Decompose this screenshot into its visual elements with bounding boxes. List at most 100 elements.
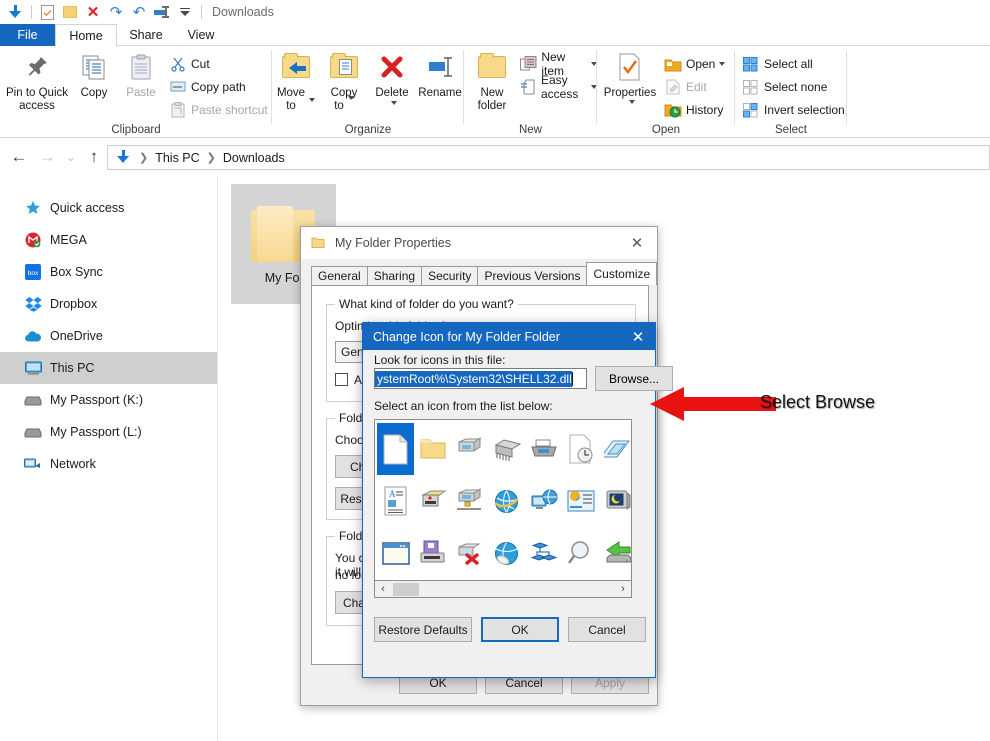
new-folder-icon [466,49,518,85]
edit-button[interactable]: Edit [663,76,707,98]
customize-qat-icon[interactable] [174,1,196,23]
back-button[interactable]: ← [8,146,30,168]
new-folder-icon[interactable] [59,1,81,23]
sidebar-item-my-passport-l[interactable]: My Passport (L:) [0,416,217,448]
sidebar-item-this-pc[interactable]: This PC [0,352,217,384]
restore-defaults-button[interactable]: Restore Defaults [374,617,472,642]
scroll-right-arrow-icon[interactable]: › [615,583,631,595]
icon-cell-network-nodes[interactable] [525,527,562,579]
icon-cell-folder[interactable] [414,423,451,475]
icon-cell-recent-document[interactable] [562,423,599,475]
copy-button[interactable]: Copy [72,49,116,100]
new-folder-button[interactable]: New folder [466,49,518,113]
copy-to-button[interactable]: Copy to [320,49,368,113]
sidebar-item-quick-access[interactable]: Quick access [0,192,217,224]
properties-icon[interactable] [36,1,58,23]
open-dropdown-caret[interactable] [719,62,726,66]
easy-access-button[interactable]: Easy access [520,73,597,101]
rename-button[interactable]: Rename [416,49,464,100]
close-icon[interactable]: ✕ [623,234,651,252]
icon-cell-monitor-night[interactable] [599,475,631,527]
properties-icon [599,49,661,85]
sidebar-label: Quick access [50,201,125,215]
icon-cell-back-arrow-drive[interactable] [599,527,631,579]
title-bar: ✕ ↷ ↶ Downloads [0,0,990,24]
forward-button[interactable]: → [36,146,58,168]
undo-icon[interactable]: ↶ [128,1,150,23]
this-pc-icon [24,359,42,377]
tab-sharing[interactable]: Sharing [366,266,423,285]
history-button[interactable]: History [663,99,723,121]
change-icon-ok-button[interactable]: OK [481,617,559,642]
delete-button[interactable]: Delete [368,49,416,105]
recent-locations-button[interactable]: ⌄ [60,146,82,168]
icon-cell-network-drive[interactable] [451,475,488,527]
breadcrumb-this-pc[interactable]: This PC [155,151,199,165]
icon-cell-blank-page[interactable] [377,423,414,475]
tab-general[interactable]: General [311,266,368,285]
tab-file[interactable]: File [0,24,55,46]
up-button[interactable]: ↑ [83,146,105,168]
icon-cell-window-stack[interactable] [599,423,631,475]
icon-cell-network-computer[interactable] [414,475,451,527]
redo-icon[interactable]: ↷ [105,1,127,23]
icon-cell-network-globe[interactable] [525,475,562,527]
move-to-button[interactable]: Move to [272,49,320,113]
tab-customize[interactable]: Customize [586,262,658,285]
icon-cell-globe-internet[interactable] [488,475,525,527]
tab-home[interactable]: Home [55,24,117,46]
breadcrumb-downloads[interactable]: Downloads [223,151,285,165]
copy-path-button[interactable]: Copy path [168,76,246,98]
select-all-button[interactable]: Select all [741,53,813,75]
icon-cell-disconnected-drive[interactable] [451,527,488,579]
open-button[interactable]: Open [663,53,726,75]
change-icon-cancel-button[interactable]: Cancel [568,617,646,642]
icon-cell-printer[interactable] [525,423,562,475]
icon-cell-document-text[interactable]: A [377,475,414,527]
properties-dropdown-caret[interactable] [629,100,635,104]
delete-icon[interactable]: ✕ [82,1,104,23]
minimize-ribbon-icon[interactable] [151,1,173,23]
new-item-button[interactable]: New item [520,50,597,78]
cut-button[interactable]: Cut [168,53,210,75]
sidebar-item-network[interactable]: Network [0,448,217,480]
paste-button[interactable]: Paste [116,49,166,100]
icon-cell-globe-sphere[interactable] [488,527,525,579]
icon-cell-memory-chip[interactable] [488,423,525,475]
apply-subfolders-checkbox[interactable] [335,373,348,386]
select-none-button[interactable]: Select none [741,76,827,98]
icon-cell-window[interactable] [377,527,414,579]
close-icon[interactable]: ✕ [623,328,653,346]
tab-share[interactable]: Share [117,24,175,46]
pin-to-quick-access-button[interactable]: Pin to Quick access [6,49,68,113]
easy-access-icon [520,78,537,96]
sidebar-item-mega[interactable]: MEGA [0,224,217,256]
invert-selection-label: Invert selection [764,103,845,117]
properties-dialog-titlebar: My Folder Properties ✕ [301,227,657,259]
move-to-label: Move to [272,87,320,113]
icon-file-input[interactable]: ystemRoot%\System32\SHELL32.dll [374,368,587,389]
sidebar-item-box-sync[interactable]: box Box Sync [0,256,217,288]
downloads-arrow-icon[interactable] [4,1,26,23]
scrollbar-thumb[interactable] [393,582,419,596]
ribbon-group-label-organize: Organize [344,124,392,136]
sidebar-item-dropbox[interactable]: Dropbox [0,288,217,320]
delete-dropdown-caret[interactable] [391,101,397,105]
address-bar[interactable]: ❯ This PC ❯ Downloads [107,145,990,170]
icon-list-horizontal-scrollbar[interactable]: ‹ › [374,581,632,598]
tab-previous-versions[interactable]: Previous Versions [477,266,588,285]
sidebar-item-my-passport-k[interactable]: My Passport (K:) [0,384,217,416]
scroll-left-arrow-icon[interactable]: ‹ [375,583,391,595]
icon-list[interactable]: A [374,419,632,581]
invert-selection-button[interactable]: Invert selection [741,99,845,121]
paste-shortcut-button[interactable]: Paste shortcut [168,99,268,121]
sidebar-item-onedrive[interactable]: OneDrive [0,320,217,352]
icon-cell-presentation[interactable] [562,475,599,527]
tab-view[interactable]: View [175,24,227,46]
properties-button[interactable]: Properties [599,49,661,104]
tab-security[interactable]: Security [421,266,479,285]
scrollbar-track[interactable] [391,581,615,597]
icon-cell-floppy-disk[interactable] [414,527,451,579]
icon-cell-magnifier-search[interactable] [562,527,599,579]
icon-cell-computer[interactable] [451,423,488,475]
